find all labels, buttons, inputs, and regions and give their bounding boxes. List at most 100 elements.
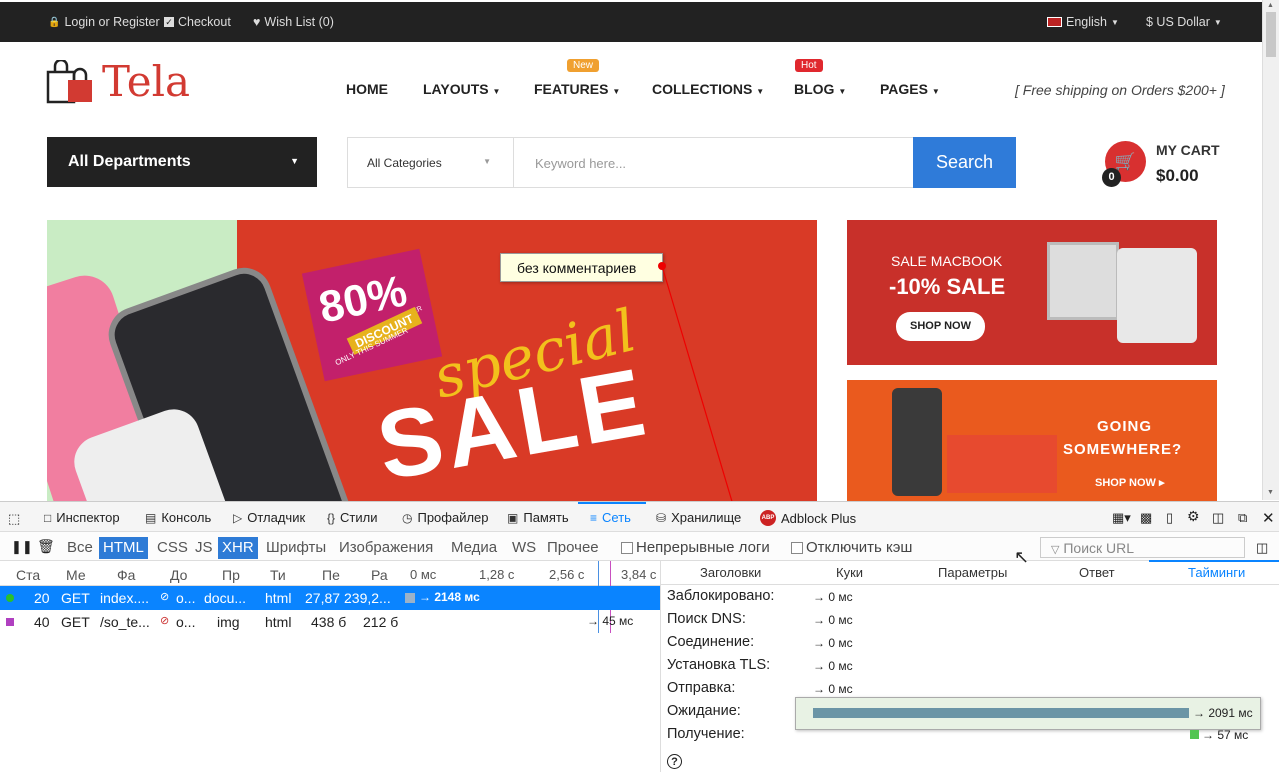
- pause-icon[interactable]: ❚❚: [11, 539, 33, 555]
- filter-css[interactable]: CSS: [153, 537, 192, 559]
- tab-response[interactable]: Ответ: [1079, 565, 1115, 580]
- trash-icon[interactable]: 🗑: [37, 538, 55, 555]
- timing-label: Отправка:: [667, 680, 736, 696]
- hero-banner[interactable]: 80% SUPER DISCOUNT ONLY THIS SUMMER spec…: [47, 220, 817, 501]
- wishlist-link[interactable]: ♥ Wish List (0): [253, 15, 334, 29]
- no-security-icon: ⊘: [160, 591, 170, 603]
- profiler-icon: ◷: [402, 510, 413, 525]
- disable-cache-checkbox[interactable]: Отключить кэш: [791, 539, 912, 556]
- travel-banner[interactable]: GOING SOMEWHERE? SHOP NOW ▸: [847, 380, 1217, 501]
- tab-headers[interactable]: Заголовки: [700, 565, 761, 580]
- row-method: GET: [61, 614, 90, 630]
- filter-all[interactable]: Все: [63, 537, 97, 559]
- macbook-banner[interactable]: SALE MACBOOK -10% SALE SHOP NOW: [847, 220, 1217, 365]
- filter-fonts[interactable]: Шрифты: [262, 537, 330, 559]
- filter-other[interactable]: Прочее: [543, 537, 603, 559]
- language-select[interactable]: English ▼: [1047, 15, 1119, 29]
- tab-cookies[interactable]: Куки: [836, 565, 863, 580]
- url-search-input[interactable]: ▽ Поиск URL: [1040, 537, 1245, 558]
- shop-now-button[interactable]: SHOP NOW: [896, 312, 985, 341]
- table-row[interactable]: 40 GET /so_te... ⊘ o... img html 438 б 2…: [0, 610, 660, 634]
- persist-logs-checkbox[interactable]: Непрерывные логи: [621, 539, 770, 556]
- checkout-link[interactable]: ✓ Checkout: [164, 15, 231, 29]
- row-size: 212 б: [363, 614, 399, 630]
- close-icon[interactable]: ✕: [1262, 509, 1275, 527]
- funnel-icon: ▽: [1051, 544, 1060, 556]
- category-select[interactable]: All Categories ▼: [348, 138, 514, 187]
- col-domain[interactable]: До: [170, 567, 187, 583]
- site-logo[interactable]: Tela: [46, 58, 190, 106]
- help-icon[interactable]: ?: [667, 754, 682, 769]
- tab-memory[interactable]: ▣ Память: [507, 510, 569, 525]
- filter-html[interactable]: HTML: [99, 537, 148, 559]
- checkbox[interactable]: [791, 541, 803, 554]
- checkbox[interactable]: [621, 541, 633, 554]
- all-departments-button[interactable]: All Departments ▼: [47, 137, 317, 187]
- col-method[interactable]: Ме: [66, 567, 86, 583]
- row-type: html: [265, 614, 292, 630]
- nav-home[interactable]: HOME: [346, 81, 388, 97]
- timing-value: → 0 мс: [813, 636, 853, 650]
- devtools-toolbar: ⬚ □ Инспектор ▤ Консоль ▷ Отладчик {} Стили …: [0, 502, 1279, 532]
- dock-side-icon[interactable]: ◫: [1212, 510, 1224, 526]
- currency-select[interactable]: $ US Dollar ▼: [1146, 15, 1222, 29]
- search-input[interactable]: Keyword here...: [535, 156, 626, 171]
- memory-icon: ▣: [507, 510, 519, 525]
- settings-icon[interactable]: ⚙: [1187, 508, 1200, 525]
- nav-features[interactable]: FEATURES ▼: [534, 81, 620, 97]
- phones-image: [1117, 248, 1197, 343]
- panel-toggle-icon[interactable]: ◫: [1256, 540, 1268, 556]
- timing-value: → 57 мс: [1202, 728, 1249, 742]
- scroll-down-icon[interactable]: ▼: [1267, 489, 1274, 496]
- filter-images[interactable]: Изображения: [335, 537, 437, 559]
- tab-network-underline: [578, 502, 646, 504]
- nav-blog[interactable]: BLOG ▼: [794, 81, 846, 97]
- tab-profiler[interactable]: ◷ Профайлер: [402, 510, 489, 525]
- split-view-icon[interactable]: ▦▾: [1112, 510, 1131, 526]
- nav-collections[interactable]: COLLECTIONS ▼: [652, 81, 764, 97]
- free-shipping-text: [ Free shipping on Orders $200+ ]: [1015, 82, 1225, 98]
- receive-bar: [1190, 730, 1199, 739]
- storage-icon: ⛁: [656, 510, 667, 525]
- tab-debugger[interactable]: ▷ Отладчик: [233, 510, 305, 525]
- tab-storage[interactable]: ⛁ Хранилище: [656, 510, 741, 525]
- tab-console[interactable]: ▤ Консоль: [145, 510, 211, 525]
- scroll-up-icon[interactable]: ▲: [1267, 2, 1274, 9]
- tab-styles[interactable]: {} Стили: [327, 510, 377, 525]
- tab-network[interactable]: ≡ Сеть: [590, 510, 631, 525]
- pick-element-icon[interactable]: ⬚: [8, 511, 20, 527]
- filter-js[interactable]: JS: [191, 537, 217, 559]
- row-domain: o...: [176, 590, 196, 606]
- responsive-icon[interactable]: ▩: [1140, 510, 1152, 526]
- scroll-thumb[interactable]: [1266, 12, 1276, 57]
- page-scrollbar[interactable]: ▲ ▼: [1262, 0, 1279, 500]
- filter-media[interactable]: Медиа: [447, 537, 501, 559]
- inspector-icon: □: [44, 510, 52, 525]
- table-row[interactable]: 20 GET index.... ⊘ o... docu... html 27,…: [0, 586, 660, 610]
- col-size[interactable]: Ра: [371, 567, 388, 583]
- login-link[interactable]: 🔒 Login or Register: [48, 15, 160, 29]
- col-transferred[interactable]: Пе: [322, 567, 340, 583]
- shop-now-link[interactable]: SHOP NOW ▸: [1095, 476, 1165, 489]
- col-status[interactable]: Ста: [16, 567, 40, 583]
- filter-ws[interactable]: WS: [508, 537, 540, 559]
- tab-adblock[interactable]: ABP Adblock Plus: [760, 510, 856, 526]
- network-icon: ≡: [590, 510, 598, 525]
- nav-layouts[interactable]: LAYOUTS ▼: [423, 81, 500, 97]
- col-cause[interactable]: Пр: [222, 567, 240, 583]
- top-bar: 🔒 Login or Register ✓ Checkout ♥ Wish Li…: [0, 2, 1262, 42]
- col-type[interactable]: Ти: [270, 567, 286, 583]
- tab-timings[interactable]: Тайминги: [1188, 565, 1245, 580]
- tab-inspector[interactable]: □ Инспектор: [44, 510, 120, 525]
- filter-xhr[interactable]: XHR: [218, 537, 258, 559]
- col-file[interactable]: Фа: [117, 567, 135, 583]
- search-button[interactable]: Search: [913, 137, 1016, 188]
- undock-icon[interactable]: ⧉: [1238, 510, 1247, 526]
- waiting-bar-fill: [813, 708, 1189, 718]
- nav-pages[interactable]: PAGES ▼: [880, 81, 940, 97]
- row-file: index....: [100, 590, 150, 606]
- phone-icon[interactable]: ▯: [1166, 510, 1173, 526]
- debugger-icon: ▷: [233, 510, 243, 525]
- tab-params[interactable]: Параметры: [938, 565, 1007, 580]
- row-cause: docu...: [204, 590, 247, 606]
